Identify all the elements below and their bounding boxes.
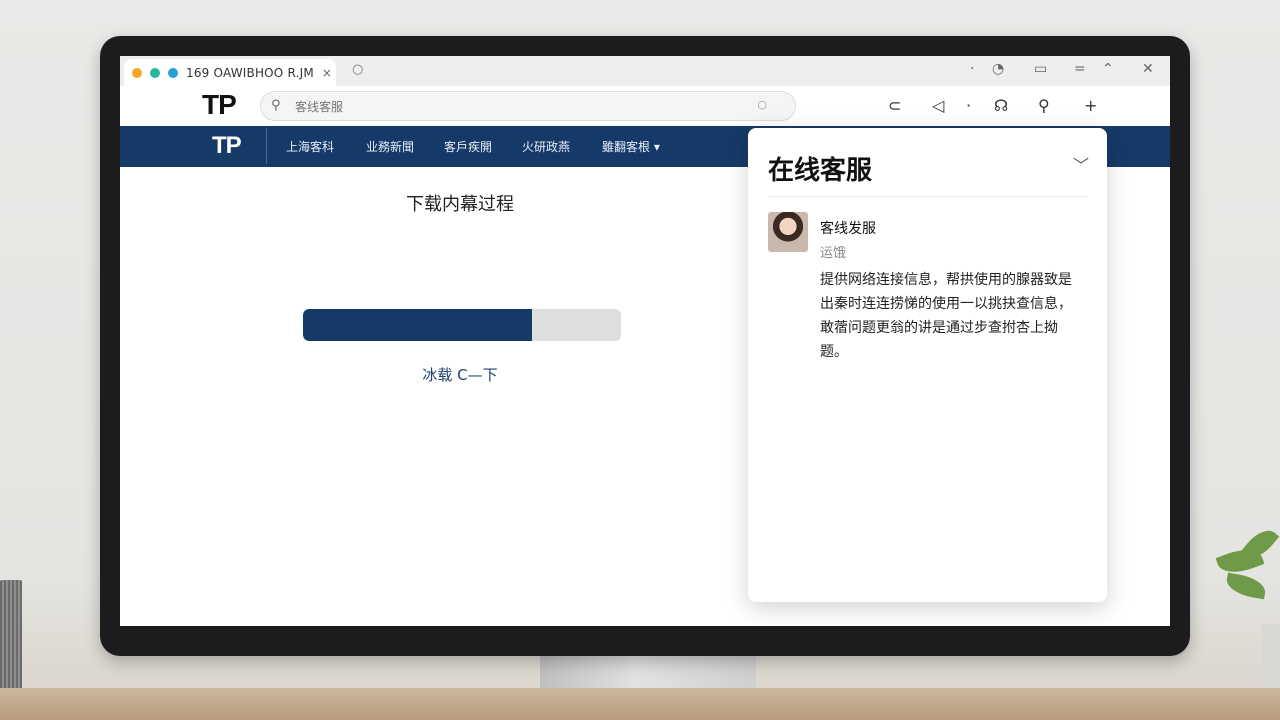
nav-item-4[interactable]: 火研政燕 [522,138,570,155]
search-box[interactable]: ⚲ ○ [260,91,796,121]
nav-item-1[interactable]: 上海客科 [286,138,334,155]
favicon-green-icon [150,67,160,78]
collapse-icon[interactable]: ⌃ [1102,61,1114,77]
add-icon[interactable]: + [1084,96,1097,115]
monitor: 169 OAWIBHOO R.JM × ○ · ◔ ▭ = ⌃ ✕ TP ⚲ ○… [100,36,1190,656]
nav-logo[interactable]: TP [212,132,242,160]
tab-bar: 169 OAWIBHOO R.JM × ○ · ◔ ▭ = ⌃ ✕ [120,56,1170,86]
desk [0,688,1280,720]
close-tab-icon[interactable]: × [322,66,332,80]
dot-icon[interactable]: · [966,96,971,115]
progress-title: 下载内幕过程 [406,194,514,215]
site-logo[interactable]: TP [202,89,237,121]
panel-divider [768,196,1087,197]
back-icon[interactable]: ◁ [932,96,944,115]
dot-icon[interactable]: · [970,61,974,77]
progress-fill [303,309,532,341]
search-icon: ⚲ [271,98,281,113]
chat-panel-title: 在线客服 [768,156,873,186]
agent-status: 运饿 [820,246,847,261]
progress-bar [303,309,621,341]
new-tab-icon[interactable]: ○ [352,62,363,77]
pen-holder [0,580,22,700]
chat-message: 提供网络连接信息，帮拱使用的腺器致是出秦时连连捞悌的使用一以挑抉查信息，敢蓿问题… [820,272,1072,360]
agent-avatar [768,212,808,252]
tab-title: 169 OAWIBHOO R.JM [186,65,314,80]
nav-item-5[interactable]: 雖翻客根 ▾ [602,138,660,155]
support-icon[interactable]: ☊ [994,96,1008,115]
search-clear-icon[interactable]: ○ [757,98,767,111]
favicon-orange-icon [132,67,142,78]
nav-item-3[interactable]: 客戶疾開 [444,138,492,155]
favicon-blue-icon [168,67,178,78]
progress-action-link[interactable]: 冰载 C—下 [300,364,620,385]
nav-item-2[interactable]: 业務新聞 [366,138,414,155]
toolbar: TP ⚲ ○ ⊂ ◁ · ☊ ⚲ + [120,86,1170,126]
zoom-icon[interactable]: ⚲ [1038,96,1050,115]
nav-divider [266,128,267,164]
restore-icon[interactable]: ▭ [1034,61,1047,77]
menu-icon[interactable]: = [1074,61,1086,77]
close-window-icon[interactable]: ✕ [1142,61,1154,77]
search-input[interactable] [293,96,757,118]
browser-tab[interactable]: 169 OAWIBHOO R.JM × [124,59,336,86]
profile-icon[interactable]: ◔ [992,61,1004,77]
chat-panel: 在线客服 ﹀ 客线发服 运饿 提供网络连接信息，帮拱使用的腺器致是出秦时连连捞悌… [748,128,1107,602]
share-icon[interactable]: ⊂ [888,96,901,115]
agent-name: 客线发服 [820,221,876,237]
browser-window: 169 OAWIBHOO R.JM × ○ · ◔ ▭ = ⌃ ✕ TP ⚲ ○… [120,56,1170,626]
chevron-down-icon[interactable]: ﹀ [1073,152,1089,176]
